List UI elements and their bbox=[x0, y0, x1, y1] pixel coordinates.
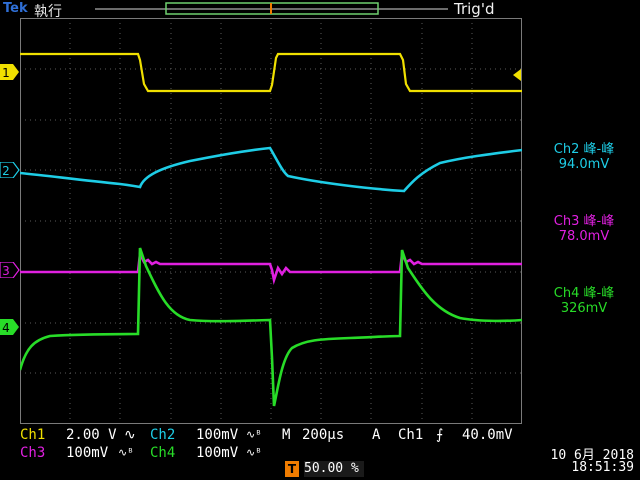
measurement-title: Ch4 峰-峰 bbox=[553, 286, 615, 301]
ch2-label[interactable]: Ch2 bbox=[150, 426, 175, 444]
ch3-marker-label: 3 bbox=[2, 264, 10, 278]
ch1-label[interactable]: Ch1 bbox=[20, 426, 45, 444]
trigger-level-marker[interactable] bbox=[511, 66, 521, 85]
rising-edge-icon: ⨍ bbox=[436, 427, 444, 443]
record-length-bar bbox=[95, 2, 448, 15]
trigger-position-value[interactable]: 50.00 % bbox=[304, 461, 364, 477]
ch1-marker-label: 1 bbox=[2, 66, 10, 80]
ch4-label[interactable]: Ch4 bbox=[150, 444, 175, 462]
trigger-level[interactable]: 40.0mV bbox=[462, 426, 513, 444]
ch4-marker-label: 4 bbox=[2, 321, 10, 335]
ch3-scale[interactable]: 100mV bbox=[66, 444, 108, 462]
ch2-marker[interactable]: 2 bbox=[0, 161, 20, 182]
ch4-marker[interactable]: 4 bbox=[0, 319, 20, 339]
ch4-scale[interactable]: 100mV bbox=[196, 444, 238, 462]
timebase-value[interactable]: 200μs bbox=[302, 426, 344, 444]
measurement-ch4[interactable]: Ch4 峰-峰 326mV bbox=[528, 286, 640, 316]
bw-icon: ∿ᴮ bbox=[118, 446, 134, 459]
waveform-display[interactable] bbox=[20, 18, 522, 424]
top-status-bar: Tek 執行 Trig'd bbox=[0, 0, 640, 20]
trigger-status: Trig'd bbox=[454, 0, 495, 18]
measurement-value: 78.0mV bbox=[558, 229, 610, 244]
ch3-marker[interactable]: 3 bbox=[0, 261, 20, 282]
ch2-marker-label: 2 bbox=[2, 164, 10, 178]
measurement-ch2[interactable]: Ch2 峰-峰 94.0mV bbox=[528, 142, 640, 172]
time: 18:51:39 bbox=[571, 460, 634, 475]
ch3-label[interactable]: Ch3 bbox=[20, 444, 45, 462]
measurement-value: 326mV bbox=[560, 301, 608, 316]
bw-icon: ∿ᴮ bbox=[246, 428, 262, 441]
measurement-value: 94.0mV bbox=[558, 157, 610, 172]
sine-icon: ∿ bbox=[124, 427, 136, 443]
timebase-label: M bbox=[282, 427, 291, 443]
bw-icon: ∿ᴮ bbox=[246, 446, 262, 459]
measurement-title: Ch2 峰-峰 bbox=[553, 142, 615, 157]
ch1-scale[interactable]: 2.00 V bbox=[66, 426, 117, 444]
trigger-mode: A bbox=[372, 427, 381, 443]
measurement-ch3[interactable]: Ch3 峰-峰 78.0mV bbox=[528, 214, 640, 244]
trigger-source[interactable]: Ch1 bbox=[398, 426, 423, 444]
measurement-title: Ch3 峰-峰 bbox=[553, 214, 615, 229]
ch1-marker[interactable]: 1 bbox=[0, 64, 20, 84]
trigger-position-icon: T bbox=[285, 461, 299, 477]
ch2-scale[interactable]: 100mV bbox=[196, 426, 238, 444]
